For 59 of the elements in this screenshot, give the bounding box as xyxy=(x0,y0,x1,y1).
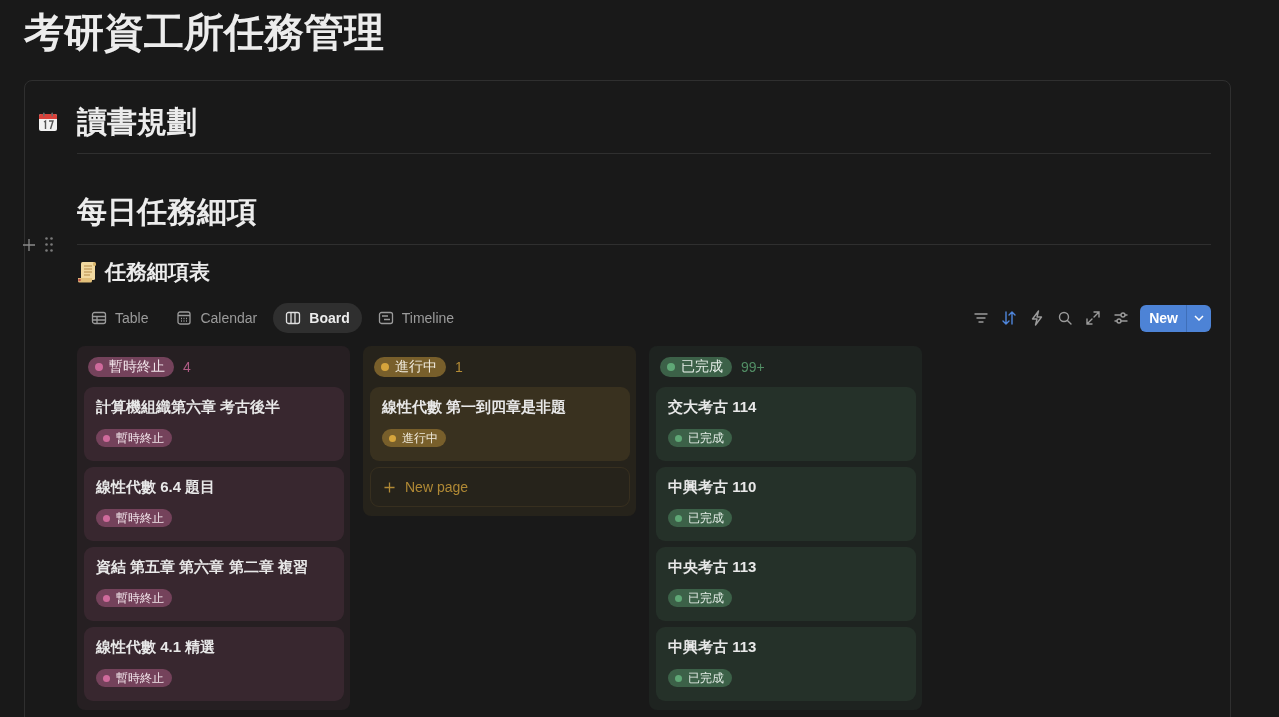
board-card[interactable]: 線性代數 第一到四章是非題 進行中 xyxy=(370,387,630,461)
status-label: 已完成 xyxy=(688,589,724,607)
card-title: 資結 第五章 第六章 第二章 複習 xyxy=(96,557,308,577)
expand-icon[interactable] xyxy=(1085,310,1102,326)
card-title: 中央考古 113 xyxy=(668,557,757,577)
status-label: 已完成 xyxy=(688,669,724,687)
card-title: 線性代數 6.4 題目 xyxy=(96,477,216,497)
card-count: 1 xyxy=(455,358,463,375)
card-count: 99+ xyxy=(741,358,765,375)
caret-icon xyxy=(1194,315,1204,321)
timeline-icon xyxy=(377,310,394,326)
board-card[interactable]: 交大考古 114 已完成 xyxy=(656,387,916,461)
card-title: 線性代數 第一到四章是非題 xyxy=(382,397,567,417)
view-tab[interactable]: Board xyxy=(273,303,362,333)
status-label: 進行中 xyxy=(395,357,437,376)
plus-icon xyxy=(384,481,395,493)
board-card[interactable]: 資結 第五章 第六章 第二章 複習 暫時終止 xyxy=(84,547,344,621)
new-page-button[interactable]: New page xyxy=(370,467,630,507)
search-icon[interactable] xyxy=(1057,310,1074,326)
board-card[interactable]: 中興考古 113 已完成 xyxy=(656,627,916,701)
settings-icon[interactable] xyxy=(1113,310,1130,326)
status-label: 進行中 xyxy=(402,429,438,447)
status-label: 已完成 xyxy=(688,509,724,527)
card-count: 4 xyxy=(183,358,191,375)
new-button[interactable]: New xyxy=(1140,304,1186,332)
status-label: 暫時終止 xyxy=(116,589,164,607)
section-heading: 每日任務細項 xyxy=(77,194,258,230)
card-title: 中興考古 110 xyxy=(668,477,757,497)
calendar-icon xyxy=(176,310,193,326)
status-label: 暫時終止 xyxy=(116,669,164,687)
drag-handle-icon[interactable] xyxy=(45,237,53,252)
status-label: 暫時終止 xyxy=(116,429,164,447)
card-title: 線性代數 4.1 精選 xyxy=(96,637,216,657)
database-title: 任務細項表 xyxy=(105,260,210,284)
board-card[interactable]: 中興考古 110 已完成 xyxy=(656,467,916,541)
view-tab[interactable]: Calendar xyxy=(164,303,270,333)
sort-icon[interactable] xyxy=(1001,310,1018,326)
columns-icon xyxy=(285,310,302,326)
status-label: 暫時終止 xyxy=(116,509,164,527)
board-card[interactable]: 線性代數 4.1 精選 暫時終止 xyxy=(84,627,344,701)
status-label: 已完成 xyxy=(681,357,723,376)
calendar-icon xyxy=(38,112,58,132)
status-label: 已完成 xyxy=(688,429,724,447)
board-card[interactable]: 線性代數 6.4 題目 暫時終止 xyxy=(84,467,344,541)
new-dropdown-button[interactable] xyxy=(1186,304,1211,332)
scroll-icon xyxy=(77,261,97,283)
board-card[interactable]: 計算機組織第六章 考古後半 暫時終止 xyxy=(84,387,344,461)
callout-heading: 讀書規劃 xyxy=(77,104,197,140)
card-title: 交大考古 114 xyxy=(668,397,757,417)
card-title: 計算機組織第六章 考古後半 xyxy=(96,397,281,417)
grid-icon xyxy=(91,310,107,326)
view-tab[interactable]: Table xyxy=(79,303,161,333)
status-label: 暫時終止 xyxy=(109,357,165,376)
filter-icon[interactable] xyxy=(973,310,990,326)
board-card[interactable]: 中央考古 113 已完成 xyxy=(656,547,916,621)
view-tab[interactable]: Timeline xyxy=(365,303,467,333)
plus-icon[interactable] xyxy=(22,238,36,252)
page-title: 考研資工所任務管理 xyxy=(23,9,385,56)
card-title: 中興考古 113 xyxy=(668,637,757,657)
